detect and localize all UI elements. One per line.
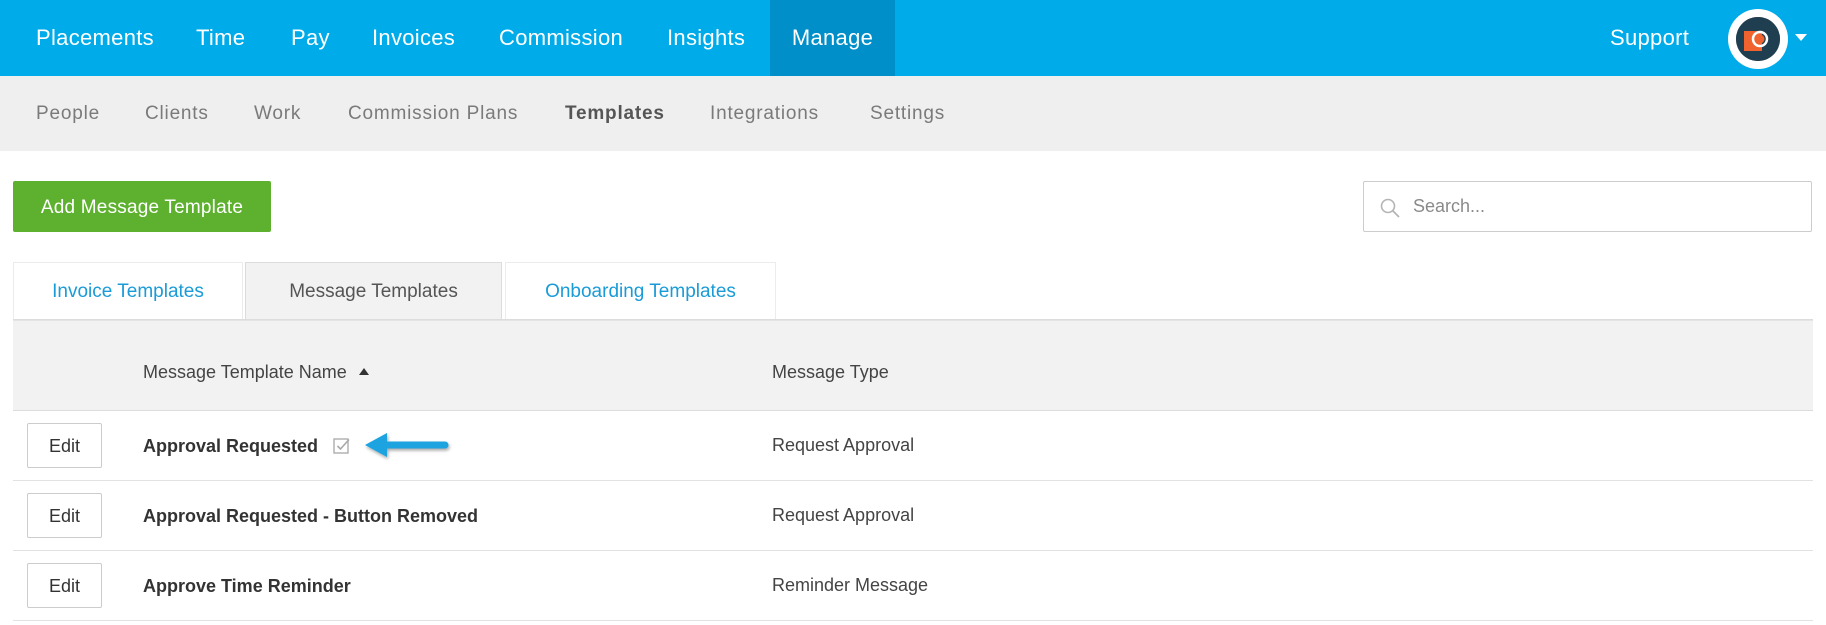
account-menu-chevron-icon[interactable] [1795,34,1807,41]
subnav-templates[interactable]: Templates [565,76,665,151]
template-name[interactable]: Approve Time Reminder [143,551,351,621]
edit-button[interactable]: Edit [27,563,102,608]
top-nav: Placements Time Pay Invoices Commission … [0,0,1826,76]
user-avatar[interactable] [1728,9,1788,69]
nav-commission[interactable]: Commission [476,0,646,76]
template-tabs: Invoice Templates Message Templates Onbo… [13,262,1813,321]
subnav-clients[interactable]: Clients [145,76,209,151]
column-header-type: Message Type [772,362,889,382]
message-type: Request Approval [772,505,915,525]
default-checkbox-icon [333,438,350,454]
message-type: Request Approval [772,435,915,455]
column-header-name-label: Message Template Name [143,362,347,382]
nav-support[interactable]: Support [1587,0,1712,76]
table-row: Edit Approve Time Reminder Reminder Mess… [13,551,1813,621]
add-message-template-button[interactable]: Add Message Template [13,181,271,232]
nav-time[interactable]: Time [173,0,268,76]
sub-nav: People Clients Work Commission Plans Tem… [0,76,1826,151]
search-input[interactable] [1413,182,1798,231]
template-name[interactable]: Approval Requested - Button Removed [143,481,478,551]
column-header-name[interactable]: Message Template Name [143,335,369,410]
avatar-image [1736,17,1780,61]
search-icon [1380,198,1400,218]
tab-message-templates[interactable]: Message Templates [245,262,502,321]
nav-placements[interactable]: Placements [13,0,177,76]
table-header: Message Template Name Message Type [13,335,1813,411]
table-top-strip [13,320,1813,335]
nav-insights[interactable]: Insights [644,0,768,76]
edit-button[interactable]: Edit [27,493,102,538]
edit-button[interactable]: Edit [27,423,102,468]
nav-manage[interactable]: Manage [770,0,895,76]
tab-onboarding-templates[interactable]: Onboarding Templates [505,262,776,320]
subnav-work[interactable]: Work [254,76,301,151]
search-box [1363,181,1812,232]
subnav-settings[interactable]: Settings [870,76,945,151]
template-name[interactable]: Approval Requested [143,411,318,481]
tab-invoice-templates[interactable]: Invoice Templates [13,262,243,320]
subnav-people[interactable]: People [36,76,100,151]
table-row: Edit Approval Requested Request Approval [13,411,1813,481]
subnav-integrations[interactable]: Integrations [710,76,819,151]
sort-ascending-icon [358,367,369,375]
nav-invoices[interactable]: Invoices [349,0,478,76]
nav-pay[interactable]: Pay [268,0,353,76]
message-type: Reminder Message [772,575,929,595]
subnav-commission-plans[interactable]: Commission Plans [348,76,518,151]
annotation-arrow-icon [365,433,449,457]
table-row: Edit Approval Requested - Button Removed… [13,481,1813,551]
profile-icon [1736,17,1780,61]
